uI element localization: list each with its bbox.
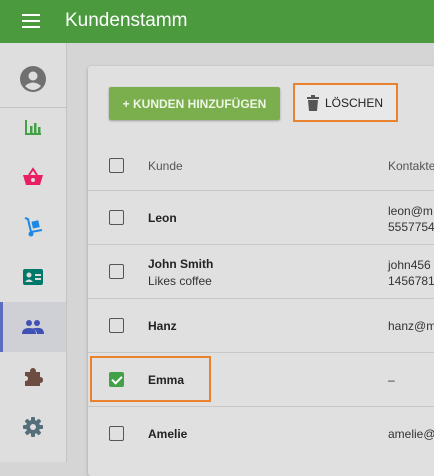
hamburger-menu-icon[interactable] [22,14,40,28]
selection-highlight [90,356,211,402]
sidebar-item-settings[interactable] [0,402,66,452]
customer-name: Amelie [148,427,188,441]
row-checkbox[interactable] [109,426,124,441]
gear-icon [23,417,43,437]
basket-icon [23,167,43,185]
customer-contact: – [388,373,395,387]
customer-name: Leon [148,211,177,225]
app-bar: Kundenstamm [0,0,434,43]
app-title: Kundenstamm [65,10,188,31]
customer-contact: john456 [388,258,431,272]
customer-name: Hanz [148,319,177,333]
sidebar-item-customers[interactable] [0,302,66,352]
people-icon [22,320,44,334]
customer-contact: 1456781 [388,274,434,288]
delete-button-label: LÖSCHEN [325,95,384,110]
customer-table-card [88,66,434,476]
trash-icon [307,94,319,111]
row-checkbox[interactable] [109,210,124,225]
column-header-customer: Kunde [148,159,183,173]
customer-contact: amelie@ [388,427,434,441]
puzzle-icon [25,368,43,386]
select-all-checkbox[interactable] [109,158,124,173]
account-button[interactable] [0,51,66,108]
customer-contact: leon@m [388,204,433,218]
sidebar-item-contact-card[interactable] [0,252,66,302]
customer-name: John Smith [148,257,214,271]
sidebar-item-shop[interactable] [0,152,66,202]
divider [88,190,434,191]
divider [88,298,434,299]
bar-chart-icon [25,120,41,135]
customer-contact: 5557754 [388,220,434,234]
customer-note: Likes coffee [148,274,212,288]
contact-card-icon [23,269,43,285]
customer-contact: hanz@m [388,319,434,333]
sidebar [0,43,67,462]
divider [88,244,434,245]
divider [88,352,434,353]
sidebar-item-statistics[interactable] [0,102,66,152]
divider [88,406,434,407]
row-checkbox[interactable] [109,318,124,333]
account-circle-icon [20,66,46,92]
hand-truck-icon [24,217,43,237]
sidebar-item-delivery[interactable] [0,202,66,252]
delete-button[interactable]: LÖSCHEN [293,83,398,122]
sidebar-item-extensions[interactable] [0,352,66,402]
row-checkbox[interactable] [109,264,124,279]
add-customer-button[interactable]: + KUNDEN HINZUFÜGEN [109,87,280,120]
column-header-contacts: Kontakte [388,159,434,173]
